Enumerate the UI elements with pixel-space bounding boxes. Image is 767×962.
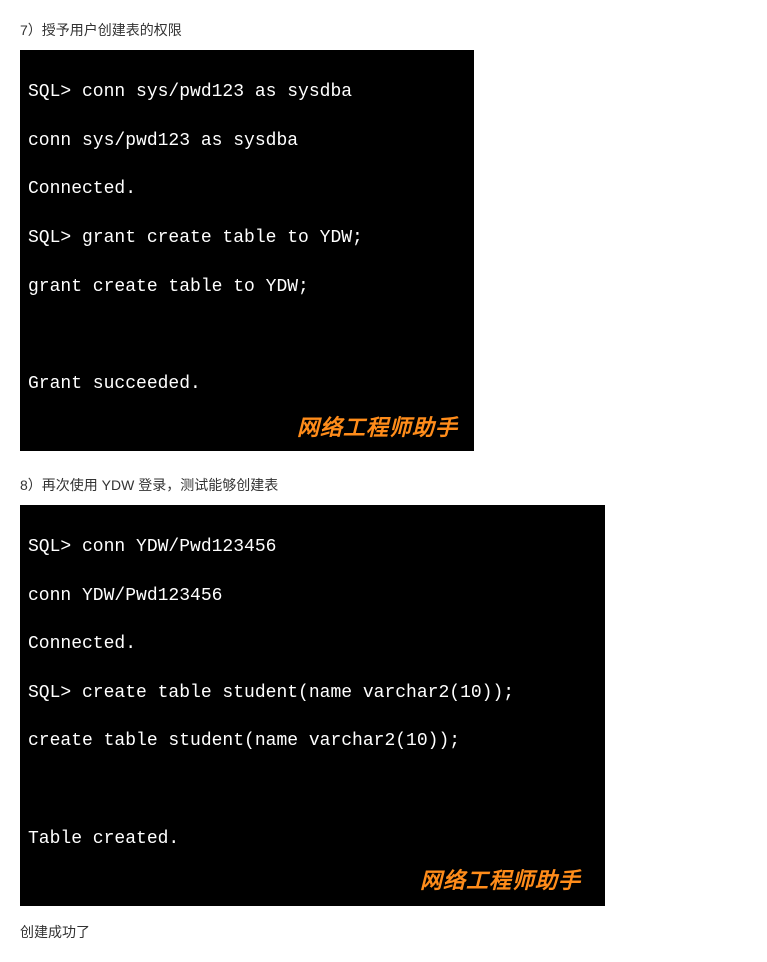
watermark-text: 网络工程师助手 <box>420 866 581 896</box>
step8-heading: 8）再次使用 YDW 登录，测试能够创建表 <box>20 475 747 495</box>
terminal-line: conn sys/pwd123 as sysdba <box>28 129 466 153</box>
terminal-blank-line <box>28 778 597 802</box>
terminal-line: Grant succeeded. <box>28 372 466 396</box>
terminal-line: conn YDW/Pwd123456 <box>28 584 597 608</box>
terminal-block-1: SQL> conn sys/pwd123 as sysdba conn sys/… <box>20 50 474 451</box>
terminal-line: SQL> conn sys/pwd123 as sysdba <box>28 80 466 104</box>
terminal-line: Table created. <box>28 827 597 851</box>
terminal-line: SQL> grant create table to YDW; <box>28 226 466 250</box>
terminal-line: Connected. <box>28 177 466 201</box>
terminal-block-2: SQL> conn YDW/Pwd123456 conn YDW/Pwd1234… <box>20 505 605 906</box>
terminal-line: SQL> create table student(name varchar2(… <box>28 681 597 705</box>
terminal-line: Connected. <box>28 632 597 656</box>
terminal-blank-line <box>28 323 466 347</box>
terminal-line: grant create table to YDW; <box>28 275 466 299</box>
terminal-line: create table student(name varchar2(10)); <box>28 729 597 753</box>
watermark-text: 网络工程师助手 <box>297 413 458 443</box>
step7-heading: 7）授予用户创建表的权限 <box>20 20 747 40</box>
final-text: 创建成功了 <box>20 922 747 942</box>
